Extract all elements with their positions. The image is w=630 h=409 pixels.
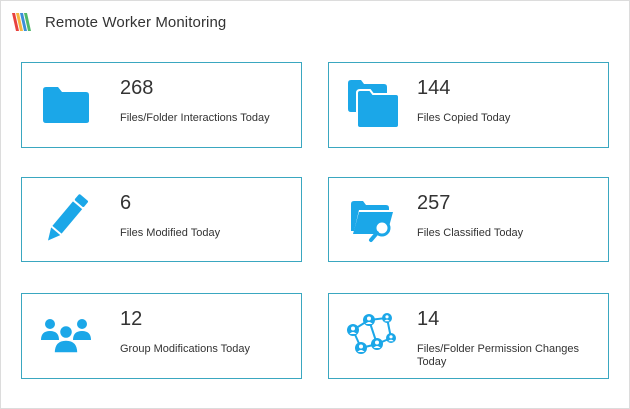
stat-value: 12 bbox=[120, 308, 143, 330]
users-group-icon bbox=[41, 319, 91, 354]
stat-label: Files/Folder Interactions Today bbox=[120, 112, 270, 124]
stat-label: Files Copied Today bbox=[417, 112, 511, 124]
striped-logo-icon bbox=[12, 13, 31, 31]
folder-search-icon bbox=[351, 201, 393, 242]
stat-value: 14 bbox=[417, 308, 440, 330]
stat-label: Group Modifications Today bbox=[120, 343, 251, 355]
stat-card-modified[interactable]: 6 Files Modified Today bbox=[21, 177, 302, 262]
stat-value: 257 bbox=[417, 192, 451, 214]
dashboard-panel: Remote Worker Monitoring 268 Files/Folde… bbox=[0, 0, 630, 409]
stat-label: Files Classified Today bbox=[417, 227, 524, 239]
stat-value: 6 bbox=[120, 192, 132, 214]
stat-card-copied[interactable]: 144 Files Copied Today bbox=[328, 62, 609, 148]
stat-card-group-modifications[interactable]: 12 Group Modifications Today bbox=[21, 293, 302, 379]
stat-card-classified[interactable]: 257 Files Classified Today bbox=[328, 177, 609, 262]
folders-copy-icon bbox=[348, 80, 400, 129]
folder-icon bbox=[43, 87, 89, 123]
pencil-icon bbox=[48, 194, 88, 241]
stat-card-interactions[interactable]: 268 Files/Folder Interactions Today bbox=[21, 62, 302, 148]
stat-card-permission-changes[interactable]: 14 Files/Folder Permission Changes Today bbox=[328, 293, 609, 379]
page-title: Remote Worker Monitoring bbox=[45, 13, 227, 31]
stat-label: Files/Folder Permission Changes Today bbox=[417, 343, 580, 368]
header: Remote Worker Monitoring bbox=[11, 9, 226, 35]
stat-value: 268 bbox=[120, 77, 154, 99]
stat-label: Files Modified Today bbox=[120, 227, 221, 239]
network-users-icon bbox=[347, 313, 396, 354]
stat-value: 144 bbox=[417, 77, 451, 99]
